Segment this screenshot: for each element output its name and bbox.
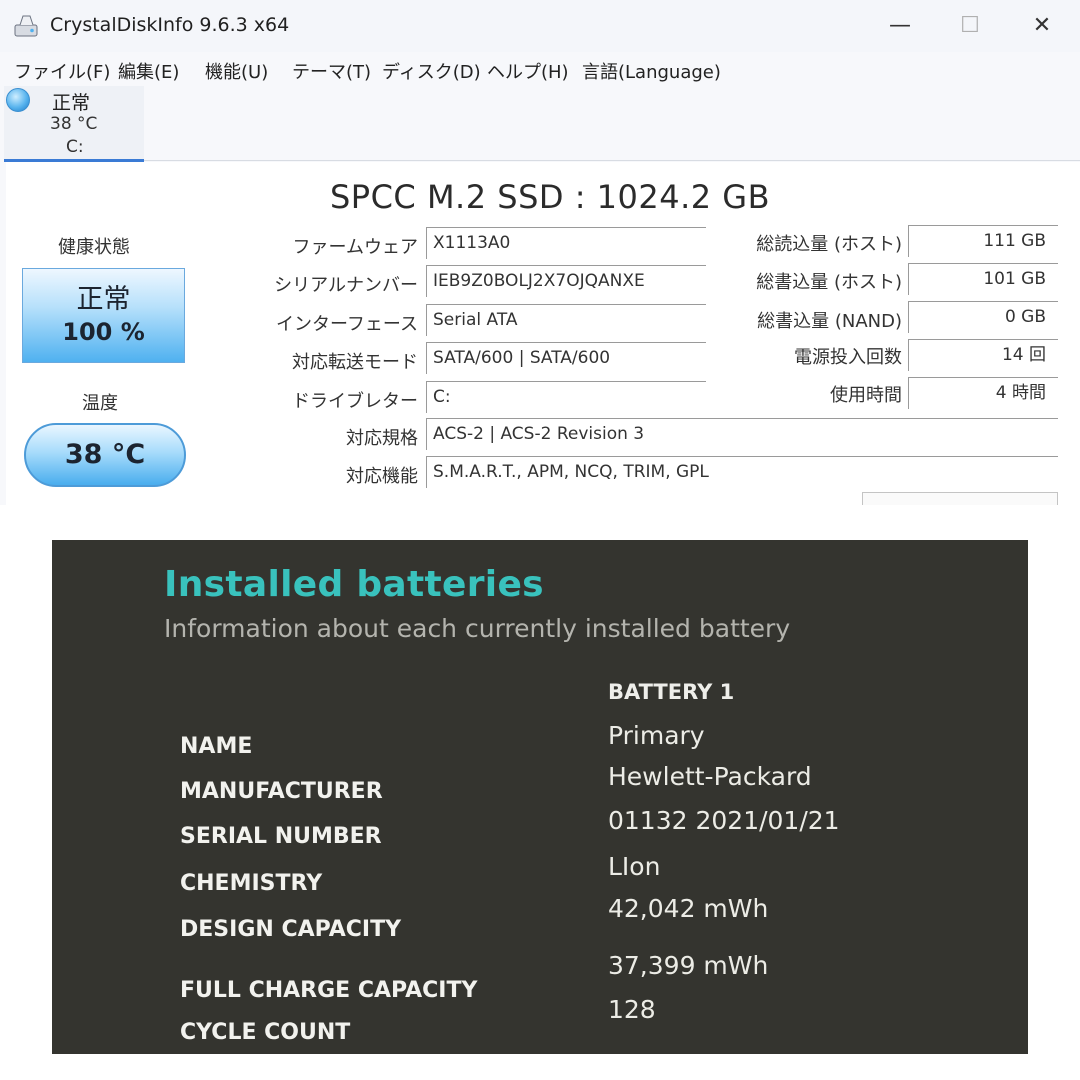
cycle-count-label: CYCLE COUNT [180, 1020, 351, 1045]
tab-divider [144, 160, 1080, 161]
drive-letter-value: C: [426, 381, 706, 413]
name-value: Primary [608, 721, 705, 750]
manufacturer-value: Hewlett-Packard [608, 762, 812, 791]
firmware-label: ファームウェア [292, 237, 418, 258]
standard-value: ACS-2 | ACS-2 Revision 3 [426, 418, 1058, 450]
serial-label: シリアルナンバー [274, 275, 418, 296]
drive-letter-label: ドライブレター [292, 391, 418, 412]
minimize-button[interactable]: — [880, 10, 920, 42]
power-on-count-label: 電源投入回数 [794, 347, 902, 368]
window-title: CrystalDiskInfo 9.6.3 x64 [50, 14, 290, 36]
section-subtitle: Information about each currently install… [164, 614, 791, 643]
battery-column-header: BATTERY 1 [608, 680, 735, 704]
manufacturer-label: MANUFACTURER [180, 779, 383, 804]
menu-bar: ファイル(F) 編集(E) 機能(U) テーマ(T) ディスク(D) ヘルプ(H… [0, 52, 1080, 88]
features-value: S.M.A.R.T., APM, NCQ, TRIM, GPL [426, 456, 1058, 488]
health-status-icon [6, 88, 30, 112]
menu-function[interactable]: 機能(U) [205, 58, 268, 84]
cycle-count-value: 128 [608, 995, 656, 1024]
serial-number-value: 01132 2021/01/21 [608, 806, 840, 835]
section-title: Installed batteries [164, 564, 544, 605]
design-capacity-value: 42,042 mWh [608, 894, 769, 923]
transfer-mode-value: SATA/600 | SATA/600 [426, 342, 706, 374]
disk-app-icon [14, 15, 38, 37]
maximize-button[interactable]: ☐ [950, 10, 990, 42]
temperature-box[interactable]: 38 °C [24, 423, 186, 487]
power-on-hours-label: 使用時間 [830, 385, 902, 406]
menu-disk[interactable]: ディスク(D) [382, 58, 481, 84]
health-percent: 100 % [62, 318, 145, 346]
host-reads-value: 111 GB [908, 225, 1058, 257]
nand-writes-label: 総書込量 (NAND) [757, 311, 902, 332]
host-writes-label: 総書込量 (ホスト) [756, 272, 902, 293]
features-label: 対応機能 [346, 466, 418, 487]
power-on-hours-value: 4 時間 [908, 377, 1058, 409]
host-writes-value: 101 GB [908, 263, 1058, 295]
smart-table-edge[interactable] [862, 492, 1058, 505]
crystaldiskinfo-window: CrystalDiskInfo 9.6.3 x64 — ☐ ✕ ファイル(F) … [0, 0, 1080, 505]
transfer-mode-label: 対応転送モード [292, 352, 418, 373]
menu-language[interactable]: 言語(Language) [582, 58, 721, 84]
standard-label: 対応規格 [346, 428, 418, 449]
temperature-label: 温度 [82, 393, 118, 414]
health-status-text: 正常 [76, 284, 131, 315]
menu-edit[interactable]: 編集(E) [118, 58, 179, 84]
host-reads-label: 総読込量 (ホスト) [756, 234, 902, 255]
interface-value: Serial ATA [426, 304, 706, 336]
drive-tab-status: 正常 [52, 92, 91, 114]
chemistry-label: CHEMISTRY [180, 871, 323, 896]
design-capacity-label: DESIGN CAPACITY [180, 917, 402, 942]
drive-tab-temperature: 38 °C [50, 114, 98, 134]
title-bar: CrystalDiskInfo 9.6.3 x64 — ☐ ✕ [0, 0, 1080, 52]
health-status-box[interactable]: 正常 100 % [22, 268, 185, 363]
menu-file[interactable]: ファイル(F) [14, 58, 110, 84]
drive-model-title: SPCC M.2 SSD : 1024.2 GB [329, 178, 771, 216]
power-on-count-value: 14 回 [908, 339, 1058, 371]
name-label: NAME [180, 734, 253, 759]
chemistry-value: LIon [608, 852, 661, 881]
battery-report-panel: Installed batteries Information about ea… [52, 540, 1028, 1054]
full-charge-capacity-value: 37,399 mWh [608, 951, 769, 980]
image-separator [0, 505, 1080, 540]
health-label: 健康状態 [58, 237, 130, 258]
menu-help[interactable]: ヘルプ(H) [487, 58, 569, 84]
full-charge-capacity-label: FULL CHARGE CAPACITY [180, 978, 478, 1003]
menu-theme[interactable]: テーマ(T) [292, 58, 371, 84]
interface-label: インターフェース [275, 314, 418, 335]
serial-number-label: SERIAL NUMBER [180, 824, 382, 849]
serial-value: IEB9Z0BOLJ2X7OJQANXE [426, 265, 706, 297]
drive-tab-letter: C: [66, 137, 84, 157]
close-button[interactable]: ✕ [1022, 10, 1062, 42]
firmware-value: X1113A0 [426, 227, 706, 259]
nand-writes-value: 0 GB [908, 301, 1058, 333]
